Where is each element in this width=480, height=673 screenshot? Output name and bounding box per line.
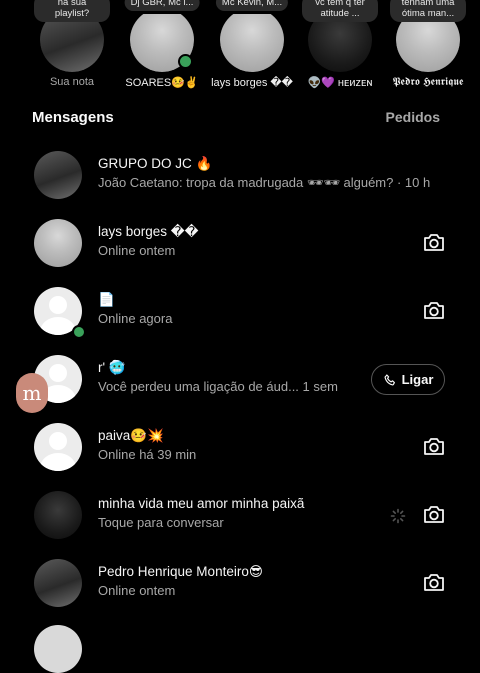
avatar: [308, 14, 372, 72]
camera-icon[interactable]: [422, 570, 446, 594]
avatar: [40, 14, 104, 72]
conversation-row[interactable]: 📄 Online agora: [0, 276, 480, 344]
conversation-title: lays borges ��: [98, 224, 199, 239]
conversation-title: r' 🥶: [98, 360, 126, 375]
conversation-preview: Você perdeu uma ligação de áud... 1 sem: [98, 379, 338, 394]
phone-icon: [384, 373, 395, 385]
note-name: 𝕻𝖊𝖉𝖗𝖔 𝕳𝖊𝖓𝖗𝖎𝖖𝖚𝖊: [392, 76, 464, 88]
avatar: [34, 151, 82, 199]
conversation-preview: Online há 39 min: [98, 447, 197, 462]
conversation-title: paiva🤒💥: [98, 428, 164, 443]
section-title: Mensagens: [32, 109, 114, 126]
conversation-title: minha vida meu amor minha paixã: [98, 496, 305, 511]
note-bubble[interactable]: na sua playlist?: [34, 0, 110, 22]
camera-icon[interactable]: [422, 502, 446, 526]
conversation-preview: Online ontem: [98, 583, 176, 598]
online-indicator: [178, 54, 193, 69]
call-button-label: Ligar: [401, 372, 434, 387]
conversation-title: Pedro Henrique Monteiro😎: [98, 564, 263, 579]
online-indicator: [72, 325, 86, 339]
avatar: [220, 14, 284, 72]
requests-link[interactable]: Pedidos: [386, 109, 440, 125]
avatar: [34, 423, 82, 471]
avatar: [34, 219, 82, 267]
avatar: [34, 559, 82, 607]
camera-icon[interactable]: [422, 434, 446, 458]
conversation-row[interactable]: r' 🥶 Você perdeu uma ligação de áud... 1…: [0, 344, 480, 412]
conversation-title: 📄: [98, 292, 115, 307]
camera-icon[interactable]: [422, 298, 446, 322]
conversation-row[interactable]: Pedro Henrique Monteiro😎 Online ontem: [0, 548, 480, 616]
conversation-title: GRUPO DO JC 🔥: [98, 156, 213, 171]
floating-chat-bubble-icon[interactable]: m: [16, 373, 48, 413]
avatar: [396, 14, 460, 72]
note-bubble[interactable]: tenham uma ótima man...: [390, 0, 466, 22]
note-name: 👽💜 ʜᴇᴎᴢᴇɴ: [307, 77, 373, 89]
note-name: lays borges ��: [211, 77, 293, 89]
avatar: [34, 491, 82, 539]
conversation-preview: Online ontem: [98, 243, 176, 258]
call-button[interactable]: Ligar: [371, 364, 445, 395]
note-bubble[interactable]: vc tem q ter atitude ...: [302, 0, 378, 22]
note-bubble[interactable]: Mc Kevin, M...: [215, 0, 289, 11]
camera-icon[interactable]: [422, 230, 446, 254]
note-bubble[interactable]: Dj GBR, Mc l...: [124, 0, 200, 11]
note-name: Sua nota: [49, 76, 95, 88]
conversation-row[interactable]: lays borges �� Online ontem: [0, 208, 480, 276]
notes-row: na sua playlist? Sua nota Dj GBR, Mc l..…: [0, 0, 480, 100]
conversation-preview: João Caetano: tropa da madrugada 🕶🕶 algu…: [98, 175, 431, 190]
conversation-row[interactable]: GRUPO DO JC 🔥 João Caetano: tropa da mad…: [0, 140, 480, 208]
note-name: SOARES🤒✌️: [125, 77, 199, 89]
conversation-row[interactable]: minha vida meu amor minha paixã Toque pa…: [0, 480, 480, 548]
conversation-row[interactable]: paiva🤒💥 Online há 39 min: [0, 412, 480, 480]
conversation-preview: Toque para conversar: [98, 515, 224, 530]
loading-spinner-icon: [390, 508, 406, 524]
messages-header: Mensagens Pedidos: [0, 105, 480, 131]
conversation-preview: Online agora: [98, 311, 173, 326]
avatar: [34, 625, 82, 673]
